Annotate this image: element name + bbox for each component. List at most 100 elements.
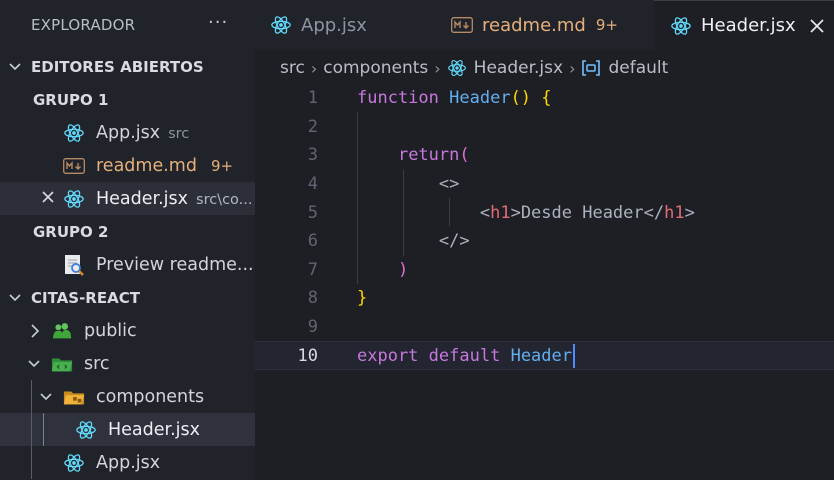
code-text: export default Header [357, 343, 575, 368]
more-actions-icon[interactable]: ··· [208, 12, 228, 33]
chevron-down-icon [9, 294, 21, 302]
folder-components-icon [63, 386, 85, 408]
line-number: 1 [307, 88, 318, 109]
code-line: 1 function Header() { [255, 84, 834, 113]
line-number: 7 [307, 259, 318, 280]
line-number: 6 [307, 231, 318, 252]
tree-item-components[interactable]: components [0, 380, 255, 413]
tab-app[interactable]: App.jsx [270, 0, 435, 50]
code-line: 8 } [255, 284, 834, 313]
line-number: 10 [297, 345, 318, 366]
indent-guide [31, 380, 32, 413]
code-text: <> [438, 174, 460, 195]
breadcrumb-symbol[interactable]: default [608, 58, 668, 78]
explorer-sidebar: EXPLORADOR ··· EDITORES ABIERTOS GRUPO 1… [0, 0, 255, 480]
line-number: 2 [307, 116, 318, 137]
react-icon [270, 14, 292, 36]
tree-item-app[interactable]: App.jsx [0, 446, 255, 479]
tab-readme[interactable]: readme.md 9+ [451, 0, 651, 50]
open-editor-app-path: src [168, 125, 190, 142]
code-text: <h1>Desde Header</h1> [479, 202, 695, 223]
open-editor-app[interactable]: App.jsx src [0, 116, 255, 149]
chevron-down-icon [40, 393, 52, 401]
code-text: ) [397, 259, 409, 280]
open-editor-readme[interactable]: readme.md 9+ [0, 149, 255, 182]
open-editor-header-path: src\co... [196, 191, 253, 208]
tab-app-label: App.jsx [301, 14, 367, 36]
preview-icon [63, 254, 85, 276]
indent-guide-active [43, 413, 44, 446]
open-editor-preview[interactable]: Preview readme.... [0, 248, 255, 281]
code-line: 3 return( [255, 141, 834, 170]
problems-badge: 9+ [595, 16, 618, 34]
problems-badge: 9+ [210, 156, 234, 175]
folder-public-icon [51, 320, 73, 342]
code-line: 4 <> [255, 170, 834, 199]
react-icon [63, 188, 85, 210]
line-number: 3 [307, 145, 318, 166]
tree-item-src[interactable]: src [0, 347, 255, 380]
code-line: 5 <h1>Desde Header</h1> [255, 198, 834, 227]
react-icon [63, 452, 85, 474]
explorer-header: EXPLORADOR ··· [0, 0, 255, 50]
code-editor[interactable]: 1 function Header() { 2 3 return( 4 <> 5… [255, 84, 834, 480]
breadcrumb-src[interactable]: src [280, 58, 305, 78]
code-line: 9 [255, 313, 834, 342]
tab-header-label: Header.jsx [701, 15, 796, 36]
react-icon [63, 122, 85, 144]
chevron-right-icon [31, 324, 40, 338]
breadcrumb: src › components › Header.jsx › default [280, 55, 668, 81]
tab-readme-label: readme.md [482, 14, 586, 36]
react-icon [447, 58, 467, 78]
tree-item-public-label: public [84, 320, 137, 341]
chevron-right-icon: › [310, 58, 318, 78]
tab-header[interactable]: Header.jsx [654, 0, 834, 50]
tree-item-app-label: App.jsx [96, 452, 161, 473]
text-cursor [573, 343, 575, 368]
close-icon[interactable] [40, 189, 56, 205]
code-line: 7 ) [255, 256, 834, 285]
breadcrumb-components[interactable]: components [323, 58, 428, 78]
tree-item-public[interactable]: public [0, 314, 255, 347]
tree-item-src-label: src [84, 353, 110, 374]
symbol-variable-icon [581, 58, 601, 78]
open-editor-header[interactable]: Header.jsx src\co... [0, 182, 255, 215]
folder-src-icon [51, 353, 73, 375]
code-text: } [357, 288, 368, 309]
code-line: 2 [255, 113, 834, 142]
code-text: return( [397, 145, 470, 166]
project-section[interactable]: CITAS-REACT [0, 281, 255, 314]
open-editor-readme-label: readme.md 9+ [96, 155, 234, 176]
code-line-current: 10 export default Header [255, 341, 834, 370]
code-text: </> [438, 231, 470, 252]
code-text: function Header() { [357, 88, 552, 109]
react-icon [75, 419, 97, 441]
chevron-right-icon: › [434, 58, 441, 78]
explorer-title: EXPLORADOR [31, 16, 136, 34]
group-2-label: GRUPO 2 [33, 222, 109, 241]
open-editors-label: EDITORES ABIERTOS [31, 57, 204, 76]
chevron-down-icon [28, 360, 40, 368]
open-editor-preview-label: Preview readme.... [96, 254, 255, 275]
tree-item-header[interactable]: Header.jsx [0, 413, 255, 446]
line-number: 4 [307, 174, 318, 195]
project-label: CITAS-REACT [31, 288, 140, 307]
tree-item-components-label: components [96, 386, 205, 407]
react-icon [670, 15, 692, 37]
markdown-icon [451, 14, 473, 36]
line-number: 9 [307, 317, 318, 338]
open-editor-app-label: App.jsx src [96, 122, 190, 143]
tree-item-header-label: Header.jsx [108, 419, 201, 440]
breadcrumb-file[interactable]: Header.jsx [474, 58, 563, 78]
chevron-down-icon [9, 63, 21, 71]
indent-guide [31, 413, 32, 446]
open-editor-header-label: Header.jsx src\co... [96, 188, 253, 209]
group-1-label: GRUPO 1 [33, 90, 109, 109]
indent-guide [31, 446, 32, 479]
chevron-right-icon: › [569, 58, 576, 78]
close-icon[interactable] [808, 17, 826, 35]
tab-bar: App.jsx readme.md 9+ Header.jsx [255, 0, 834, 50]
code-line: 6 </> [255, 227, 834, 256]
open-editors-section[interactable]: EDITORES ABIERTOS [0, 50, 255, 83]
line-number: 8 [307, 288, 318, 309]
